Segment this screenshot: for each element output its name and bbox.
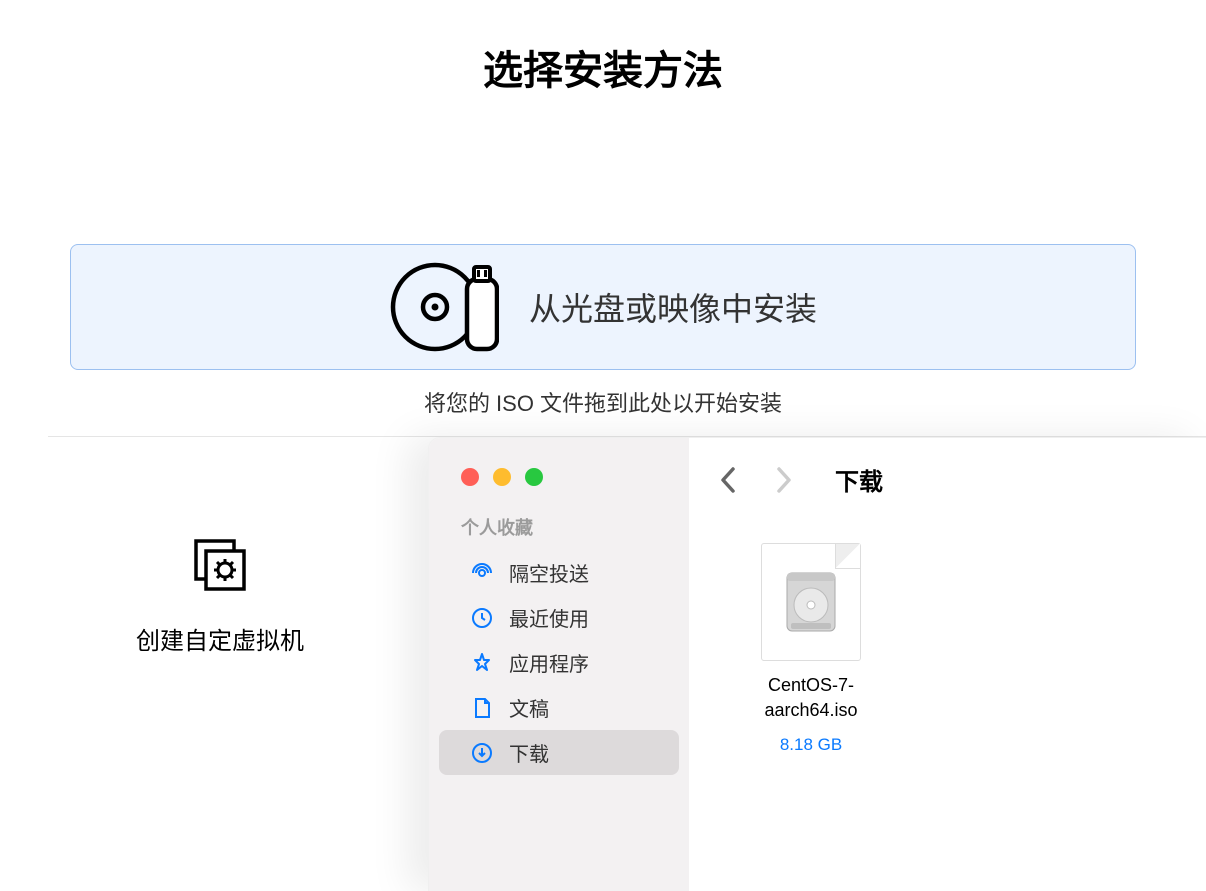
sidebar-section-favorites: 个人收藏 — [429, 514, 689, 540]
finder-window: 个人收藏 隔空投送 最近使用 — [428, 437, 1206, 891]
download-icon — [469, 740, 495, 766]
disc-usb-icon — [389, 261, 499, 353]
file-name-line1: CentOS-7- — [764, 673, 857, 698]
sidebar-item-applications[interactable]: 应用程序 — [439, 640, 679, 685]
file-item-iso[interactable]: CentOS-7- aarch64.iso 8.18 GB — [731, 543, 891, 755]
install-option-label: 从光盘或映像中安装 — [529, 284, 817, 330]
minimize-window-button[interactable] — [493, 468, 511, 486]
file-size: 8.18 GB — [780, 735, 842, 755]
sidebar-item-label: 最近使用 — [509, 603, 589, 632]
custom-vm-label: 创建自定虚拟机 — [136, 621, 304, 656]
airdrop-icon — [469, 560, 495, 586]
custom-vm-icon — [192, 537, 248, 593]
sidebar-item-label: 隔空投送 — [509, 558, 589, 587]
close-window-button[interactable] — [461, 468, 479, 486]
applications-icon — [469, 650, 495, 676]
sidebar-item-label: 下载 — [509, 738, 549, 767]
finder-location-title: 下载 — [835, 462, 883, 497]
drag-iso-hint: 将您的 ISO 文件拖到此处以开始安装 — [0, 386, 1206, 418]
sidebar-item-label: 应用程序 — [509, 648, 589, 677]
nav-back-button[interactable] — [713, 465, 743, 495]
iso-file-icon — [761, 543, 861, 661]
sidebar-item-recents[interactable]: 最近使用 — [439, 595, 679, 640]
finder-sidebar: 个人收藏 隔空投送 最近使用 — [429, 438, 689, 891]
maximize-window-button[interactable] — [525, 468, 543, 486]
document-icon — [469, 695, 495, 721]
window-controls — [429, 458, 689, 514]
install-from-disc-option[interactable]: 从光盘或映像中安装 — [70, 244, 1136, 370]
sidebar-item-documents[interactable]: 文稿 — [439, 685, 679, 730]
nav-forward-button[interactable] — [769, 465, 799, 495]
create-custom-vm-option[interactable]: 创建自定虚拟机 — [0, 437, 440, 656]
sidebar-item-downloads[interactable]: 下载 — [439, 730, 679, 775]
page-title: 选择安装方法 — [0, 0, 1206, 96]
sidebar-item-airdrop[interactable]: 隔空投送 — [439, 550, 679, 595]
file-name-line2: aarch64.iso — [764, 698, 857, 723]
sidebar-item-label: 文稿 — [509, 693, 549, 722]
clock-icon — [469, 605, 495, 631]
finder-main: 下载 CentOS-7- aarch6 — [689, 438, 1206, 891]
finder-toolbar: 下载 — [713, 462, 1184, 525]
